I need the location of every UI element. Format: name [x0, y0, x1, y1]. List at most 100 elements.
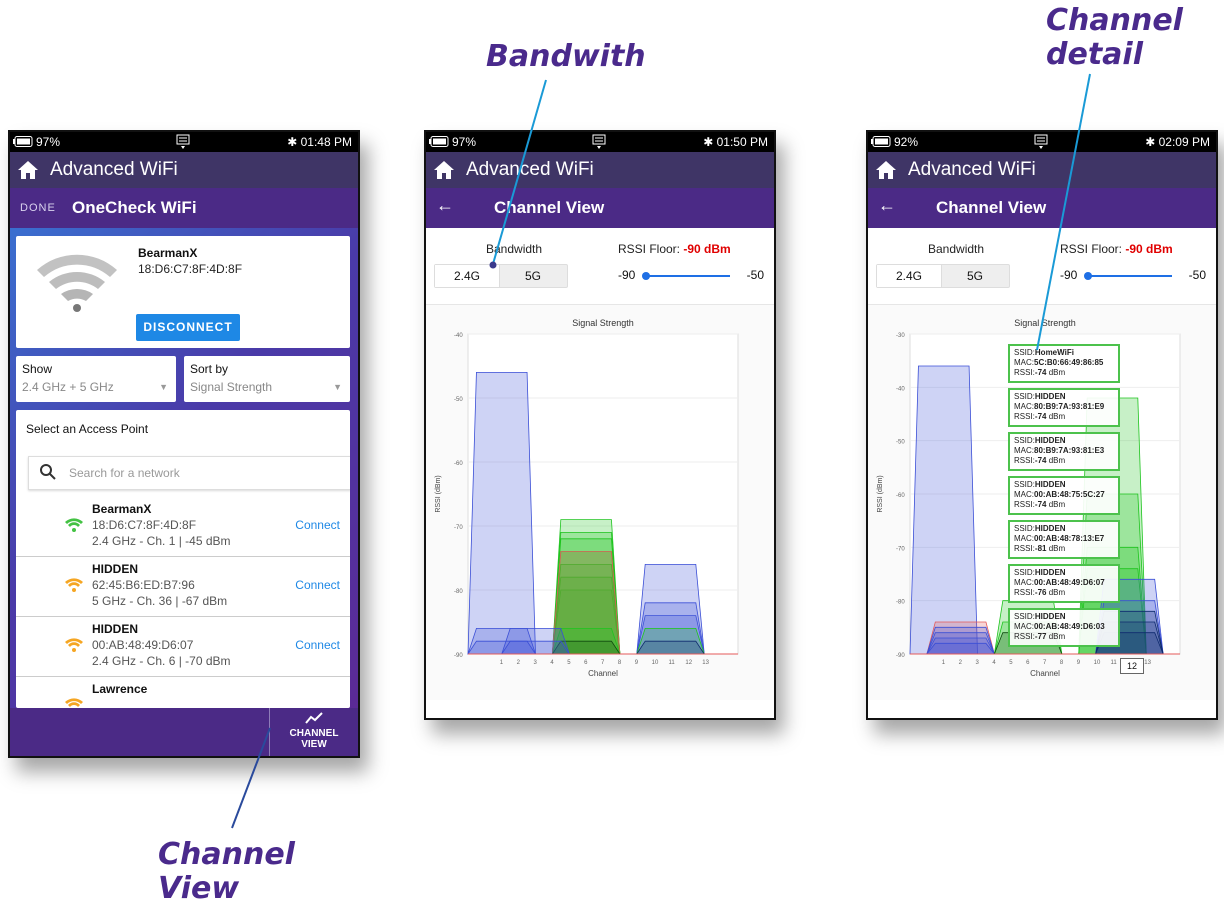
search-input[interactable]: Search for a network: [28, 456, 350, 490]
x-tick-label: 10: [1094, 660, 1101, 666]
tooltip-mac: 00:AB:48:49:D6:03: [1034, 622, 1105, 631]
x-tick-label: 13: [1144, 660, 1151, 666]
chart-line-icon: [305, 712, 323, 724]
app-bar: Advanced WiFi: [868, 152, 1216, 188]
channel-view-button[interactable]: CHANNEL VIEW: [269, 708, 358, 756]
tooltip-ssid: HIDDEN: [1034, 612, 1066, 621]
network-list-item[interactable]: HIDDEN 62:45:B6:ED:B7:96 5 GHz - Ch. 36 | …: [16, 558, 350, 617]
rssi-slider-track[interactable]: [1088, 275, 1172, 277]
connected-ap-mac: 18:D6:C7:8F:4D:8F: [138, 262, 243, 276]
tooltip-rssi: -74: [1034, 456, 1047, 465]
sort-label: Sort by: [190, 362, 229, 376]
network-list-item[interactable]: BearmanX 18:D6:C7:8F:4D:8F 2.4 GHz - Ch. 1…: [16, 498, 350, 557]
clock-text: 01:48 PM: [300, 135, 352, 149]
tooltip-mac: 80:B9:7A:93:81:E3: [1034, 446, 1105, 455]
tooltip-mac: 00:AB:48:49:D6:07: [1034, 578, 1105, 587]
network-name: HIDDEN: [92, 622, 139, 636]
network-list-item[interactable]: HIDDEN 00:AB:48:49:D6:07 2.4 GHz - Ch. 6 |…: [16, 618, 350, 677]
phone-screen-channel-detail: 92% ✱ 02:09 PM Advanced WiFi ← Channel V…: [866, 130, 1218, 720]
rssi-slider-track[interactable]: [646, 275, 730, 277]
y-tick-label: -40: [454, 333, 463, 339]
band-option-2.4g[interactable]: 2.4G: [877, 265, 942, 287]
home-icon[interactable]: [432, 159, 456, 181]
network-info: 2.4 GHz - Ch. 6 | -70 dBm: [92, 654, 231, 668]
network-mac: 18:D6:C7:8F:4D:8F: [92, 518, 197, 532]
rssi-floor-label: RSSI Floor: -90 dBm: [1060, 242, 1173, 256]
disconnect-button[interactable]: DISCONNECT: [136, 314, 240, 341]
x-tick-label: 4: [550, 660, 554, 666]
x-tick-label: 1: [942, 660, 946, 666]
battery-percent: 97%: [36, 135, 61, 149]
header-bar: ← Channel View: [868, 188, 1216, 228]
x-tick-label: 3: [534, 660, 538, 666]
sort-value: Signal Strength: [190, 380, 273, 394]
back-arrow-icon[interactable]: ←: [436, 195, 454, 216]
network-mac: 62:45:B6:ED:B7:96: [92, 578, 195, 592]
wifi-signal-icon: [37, 254, 117, 312]
y-tick-label: -70: [454, 525, 463, 531]
tooltip-ssid: HomeWiFi: [1034, 348, 1074, 357]
done-button[interactable]: DONE: [20, 202, 56, 214]
callout-bandwidth: Bandwith: [486, 39, 646, 74]
bluetooth-icon: ✱: [703, 135, 717, 149]
callout-channel-detail-line1: Channel: [1046, 3, 1183, 38]
x-tick-label: 10: [652, 660, 659, 666]
connect-link[interactable]: Connect: [295, 638, 340, 652]
status-time: ✱ 02:09 PM: [1145, 135, 1210, 149]
slider-max-label: -50: [746, 268, 764, 282]
dropdown-arrow-icon: ▼: [333, 382, 342, 392]
network-detail-tooltip: SSID:HomeWiFi MAC:5C:B0:66:49:86:85 RSSI:-…: [1008, 344, 1120, 383]
bandwidth-label: Bandwidth: [486, 242, 543, 256]
bluetooth-icon: ✱: [287, 135, 301, 149]
home-icon[interactable]: [874, 159, 898, 181]
network-detail-tooltip: SSID:HIDDEN MAC:80:B9:7A:93:81:E9 RSSI:-74…: [1008, 388, 1120, 427]
tooltip-rssi: -74: [1034, 368, 1047, 377]
tooltip-rssi: -81: [1034, 544, 1047, 553]
x-tick-label: 11: [1111, 660, 1118, 666]
tooltip-ssid: HIDDEN: [1034, 568, 1066, 577]
connect-link[interactable]: Connect: [295, 578, 340, 592]
chart-title: Signal Strength: [1014, 318, 1076, 328]
channel-signal-area: [926, 642, 996, 655]
connected-ap-name: BearmanX: [138, 246, 198, 260]
x-tick-label: 4: [992, 660, 996, 666]
channel-controls: Bandwidth 2.4G 5G RSSI Floor: -90 dBm -9…: [426, 228, 774, 304]
home-icon[interactable]: [16, 159, 40, 181]
y-tick-label: -80: [896, 600, 905, 606]
rssi-slider-thumb[interactable]: [642, 272, 650, 280]
battery-icon: [871, 136, 891, 147]
x-axis-label: Channel: [1030, 669, 1060, 678]
status-bar: 92% ✱ 02:09 PM: [868, 132, 1216, 152]
back-arrow-icon[interactable]: ←: [878, 195, 896, 216]
tooltip-mac: 00:AB:48:78:13:E7: [1034, 534, 1105, 543]
status-bar: 97% ✱ 01:50 PM: [426, 132, 774, 152]
notification-icon: [176, 134, 190, 149]
network-list-item[interactable]: Lawrence: [16, 678, 350, 708]
y-tick-label: -90: [896, 653, 905, 659]
x-tick-label: 2: [517, 660, 521, 666]
network-detail-tooltip: SSID:HIDDEN MAC:00:AB:48:78:13:E7 RSSI:-81…: [1008, 520, 1120, 559]
x-tick-label: 6: [584, 660, 588, 666]
y-tick-label: -60: [454, 461, 463, 467]
band-option-2.4g[interactable]: 2.4G: [435, 265, 500, 287]
rssi-floor-value: -90 dBm: [683, 242, 731, 256]
page-title: OneCheck WiFi: [72, 198, 197, 217]
header-bar: ← Channel View: [426, 188, 774, 228]
clock-text: 02:09 PM: [1158, 135, 1210, 149]
band-option-5g[interactable]: 5G: [499, 265, 567, 287]
status-bar: 97% ✱ 01:48 PM: [10, 132, 358, 152]
y-tick-label: -50: [896, 440, 905, 446]
network-info: 5 GHz - Ch. 36 | -67 dBm: [92, 594, 228, 608]
main-content: BearmanX 18:D6:C7:8F:4D:8F DISCONNECT Sh…: [10, 228, 358, 708]
show-filter-value: 2.4 GHz + 5 GHz: [22, 380, 114, 394]
show-filter-dropdown[interactable]: Show 2.4 GHz + 5 GHz ▼: [16, 356, 176, 402]
clock-text: 01:50 PM: [716, 135, 768, 149]
sort-dropdown[interactable]: Sort by Signal Strength ▼: [184, 356, 350, 402]
band-option-5g[interactable]: 5G: [941, 265, 1009, 287]
rssi-slider-thumb[interactable]: [1084, 272, 1092, 280]
notification-icon: [1034, 134, 1048, 149]
tooltip-ssid: HIDDEN: [1034, 524, 1066, 533]
rssi-floor-value: -90 dBm: [1125, 242, 1173, 256]
connect-link[interactable]: Connect: [295, 518, 340, 532]
slider-min-label: -90: [618, 268, 636, 282]
